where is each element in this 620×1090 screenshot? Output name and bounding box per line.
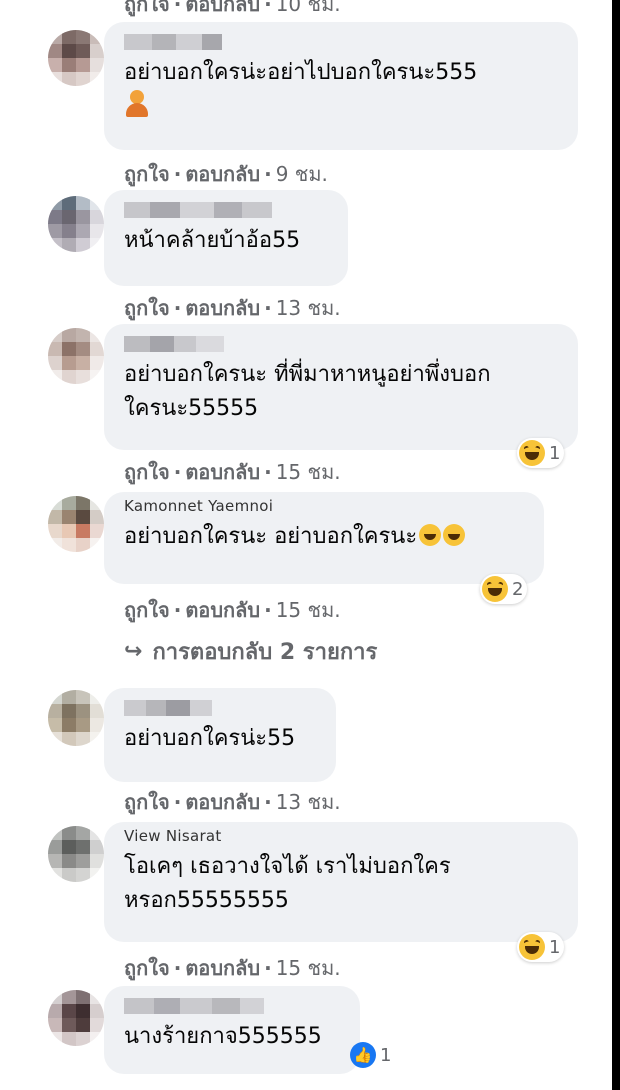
comment-bubble: นางร้ายกาจ555555 — [104, 986, 360, 1074]
timestamp: 15 ชม. — [275, 956, 341, 980]
like-link[interactable]: ถูกใจ — [124, 162, 170, 186]
comment-text: อย่าบอกใครน่ะ55 — [124, 726, 296, 751]
comment-meta: ถูกใจ · ตอบกลับ · 13 ชม. — [124, 296, 341, 320]
like-icon: 👍 — [350, 1042, 376, 1068]
haha-icon — [519, 440, 545, 466]
comment-bubble: Kamonnet Yaemnoi อย่าบอกใครนะ อย่าบอกใคร… — [104, 492, 544, 584]
comment-meta: ถูกใจ · ตอบกลับ · 9 ชม. — [124, 162, 328, 186]
haha-icon — [519, 934, 545, 960]
haha-icon — [482, 576, 508, 602]
comment-bubble: หน้าคล้ายบ้าอ้อ55 — [104, 190, 348, 286]
like-link[interactable]: ถูกใจ — [124, 956, 170, 980]
commenter-name-blurred[interactable] — [124, 698, 316, 718]
timestamp: 13 ชม. — [275, 296, 341, 320]
avatar[interactable] — [48, 990, 104, 1046]
reaction-count[interactable]: 👍 1 — [348, 1040, 395, 1070]
timestamp: 13 ชม. — [275, 790, 341, 814]
like-link[interactable]: ถูกใจ — [124, 0, 170, 16]
reply-link[interactable]: ตอบกลับ — [185, 0, 260, 16]
person-emoji-icon — [124, 90, 558, 122]
reply-link[interactable]: ตอบกลับ — [185, 598, 260, 622]
reply-link[interactable]: ตอบกลับ — [185, 296, 260, 320]
timestamp: 10 ชม. — [275, 0, 341, 16]
like-link[interactable]: ถูกใจ — [124, 460, 170, 484]
reply-link[interactable]: ตอบกลับ — [185, 162, 260, 186]
view-replies-link[interactable]: ↪ การตอบกลับ 2 รายการ — [124, 634, 377, 669]
avatar[interactable] — [48, 496, 104, 552]
reaction-count[interactable]: 1 — [517, 438, 565, 468]
avatar[interactable] — [48, 30, 104, 86]
comment-meta: ถูกใจ · ตอบกลับ · 15 ชม. — [124, 956, 341, 980]
like-link[interactable]: ถูกใจ — [124, 790, 170, 814]
like-link[interactable]: ถูกใจ — [124, 296, 170, 320]
comment-meta: ถูกใจ · ตอบกลับ · 10 ชม. — [124, 0, 341, 20]
comment-text: อย่าบอกใครนะ ที่พี่มาหาหนูอย่าพึ่งบอก ใค… — [124, 362, 491, 421]
comment-bubble: อย่าบอกใครน่ะอย่าไปบอกใครนะ555 — [104, 22, 578, 150]
reaction-count[interactable]: 1 — [517, 932, 565, 962]
reaction-count[interactable]: 2 — [480, 574, 528, 604]
comment-meta: ถูกใจ · ตอบกลับ · 15 ชม. — [124, 460, 341, 484]
reply-link[interactable]: ตอบกลับ — [185, 790, 260, 814]
avatar[interactable] — [48, 328, 104, 384]
reply-link[interactable]: ตอบกลับ — [185, 460, 260, 484]
reply-link[interactable]: ตอบกลับ — [185, 956, 260, 980]
comment-text: อย่าบอกใครนะ อย่าบอกใครนะ — [124, 520, 524, 554]
avatar[interactable] — [48, 196, 104, 252]
commenter-name-blurred[interactable] — [124, 334, 558, 354]
comment-text: โอเคๆ เธอวางใจได้ เราไม่บอกใคร หรอก55555… — [124, 854, 451, 913]
laughing-emoji-icon — [419, 524, 442, 546]
comment-text: นางร้ายกาจ555555 — [124, 1024, 322, 1049]
comment-text: อย่าบอกใครน่ะอย่าไปบอกใครนะ555 — [124, 60, 478, 85]
comment-bubble: View Nisarat โอเคๆ เธอวางใจได้ เราไม่บอก… — [104, 822, 578, 942]
commenter-name[interactable]: Kamonnet Yaemnoi — [124, 498, 524, 514]
commenter-name[interactable]: View Nisarat — [124, 828, 558, 844]
timestamp: 9 ชม. — [275, 162, 328, 186]
timestamp: 15 ชม. — [275, 598, 341, 622]
comment-meta: ถูกใจ · ตอบกลับ · 13 ชม. — [124, 790, 341, 814]
laughing-emoji-icon — [443, 524, 466, 546]
comment-bubble: อย่าบอกใครน่ะ55 — [104, 688, 336, 782]
timestamp: 15 ชม. — [275, 460, 341, 484]
commenter-name-blurred[interactable] — [124, 996, 340, 1016]
avatar[interactable] — [48, 690, 104, 746]
comment-meta: ถูกใจ · ตอบกลับ · 15 ชม. — [124, 598, 341, 622]
right-edge-bar — [612, 0, 620, 1090]
like-link[interactable]: ถูกใจ — [124, 598, 170, 622]
commenter-name-blurred[interactable] — [124, 32, 558, 52]
comment-bubble: อย่าบอกใครนะ ที่พี่มาหาหนูอย่าพึ่งบอก ใค… — [104, 324, 578, 450]
avatar[interactable] — [48, 826, 104, 882]
comment-text: หน้าคล้ายบ้าอ้อ55 — [124, 228, 301, 253]
commenter-name-blurred[interactable] — [124, 200, 328, 220]
reply-arrow-icon: ↪ — [124, 639, 143, 664]
